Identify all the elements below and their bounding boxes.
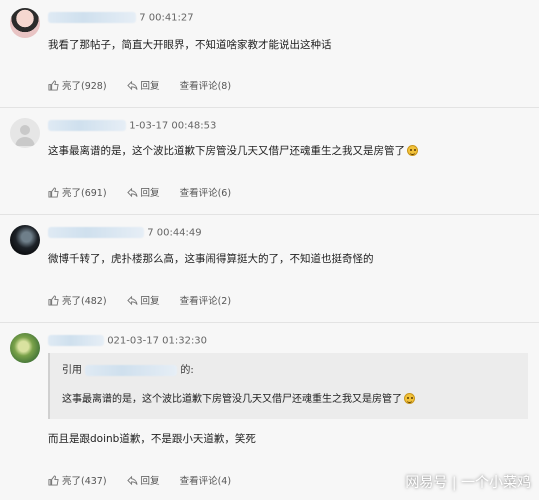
quote-text: 这事最离谱的是，这个波比道歉下房管没几天又借尸还魂重生之我又是房管了 — [62, 394, 402, 405]
view-replies-link[interactable]: 查看评论(4) — [180, 473, 231, 487]
quote-header: 引用 的: — [62, 361, 194, 376]
quote-body: 这事最离谱的是，这个波比道歉下房管没几天又借尸还魂重生之我又是房管了 — [62, 390, 415, 405]
reply-arrow-icon — [126, 187, 138, 197]
comment-meta: 7 00:41:27 — [48, 12, 194, 24]
comment-time: 7 00:41:27 — [139, 12, 194, 24]
comment-time: 021-03-17 01:32:30 — [107, 335, 208, 347]
quoted-comment: 引用 的: 这事最离谱的是，这个波比道歉下房管没几天又借尸还魂重生之我又是房管了 — [48, 353, 528, 419]
username-redacted[interactable] — [48, 227, 144, 238]
thumbs-up-icon — [48, 186, 59, 198]
like-label: 亮了(928) — [62, 81, 107, 92]
quoted-username-redacted[interactable] — [85, 364, 178, 376]
comment-card: 7 00:44:49 微博千转了，虎扑楼那么高，这事闹得算挺大的了，不知道也挺奇… — [0, 215, 539, 323]
reply-button[interactable]: 回复 — [126, 185, 160, 199]
reply-arrow-icon — [126, 80, 138, 90]
comment-actions: 亮了(928) 回复 查看评论(8) — [48, 78, 251, 92]
comment-text: 而且是跟doinb道歉，不是跟小天道歉，笑死 — [48, 433, 256, 445]
comment-time: 1-03-17 00:48:53 — [129, 120, 217, 132]
reply-label: 回复 — [140, 476, 160, 487]
comment-card: 1-03-17 00:48:53 这事最离谱的是，这个波比道歉下房管没几天又借尸… — [0, 108, 539, 215]
thumbs-up-icon — [48, 474, 59, 486]
thumbs-up-icon — [48, 79, 59, 91]
comment-actions: 亮了(437) 回复 查看评论(4) — [48, 473, 251, 487]
like-label: 亮了(691) — [62, 188, 107, 199]
reply-button[interactable]: 回复 — [126, 78, 160, 92]
reply-label: 回复 — [140, 296, 160, 307]
default-avatar-icon — [15, 125, 35, 146]
comment-meta: 021-03-17 01:32:30 — [48, 335, 207, 347]
comment-actions: 亮了(691) 回复 查看评论(6) — [48, 185, 251, 199]
comment-meta: 7 00:44:49 — [48, 227, 202, 239]
comment-meta: 1-03-17 00:48:53 — [48, 120, 216, 132]
avatar[interactable] — [10, 225, 40, 255]
comment-actions: 亮了(482) 回复 查看评论(2) — [48, 293, 251, 307]
view-replies-link[interactable]: 查看评论(2) — [180, 293, 231, 307]
comment-time: 7 00:44:49 — [147, 227, 202, 239]
like-label: 亮了(437) — [62, 476, 107, 487]
reply-button[interactable]: 回复 — [126, 473, 160, 487]
like-button[interactable]: 亮了(928) — [48, 78, 107, 92]
reply-arrow-icon — [126, 295, 138, 305]
view-replies-link[interactable]: 查看评论(6) — [180, 185, 231, 199]
grin-emoji-icon — [407, 145, 418, 156]
comment-text: 微博千转了，虎扑楼那么高，这事闹得算挺大的了，不知道也挺奇怪的 — [48, 253, 374, 265]
reply-label: 回复 — [140, 188, 160, 199]
like-button[interactable]: 亮了(437) — [48, 473, 107, 487]
comment-card: 7 00:41:27 我看了那帖子，简直大开眼界，不知道啥家教才能说出这种话 亮… — [0, 0, 539, 108]
quote-prefix: 引用 — [62, 365, 82, 376]
username-redacted[interactable] — [48, 12, 136, 23]
reply-label: 回复 — [140, 81, 160, 92]
like-label: 亮了(482) — [62, 296, 107, 307]
avatar[interactable] — [10, 8, 40, 38]
quote-suffix: 的: — [180, 365, 194, 376]
comment-text-content: 这事最离谱的是，这个波比道歉下房管没几天又借尸还魂重生之我又是房管了 — [48, 145, 405, 157]
like-button[interactable]: 亮了(482) — [48, 293, 107, 307]
comment-text: 这事最离谱的是，这个波比道歉下房管没几天又借尸还魂重生之我又是房管了 — [48, 143, 418, 158]
avatar[interactable] — [10, 118, 40, 148]
reply-arrow-icon — [126, 475, 138, 485]
username-redacted[interactable] — [48, 120, 126, 131]
thumbs-up-icon — [48, 294, 59, 306]
avatar[interactable] — [10, 333, 40, 363]
grin-emoji-icon — [404, 393, 415, 404]
comment-text: 我看了那帖子，简直大开眼界，不知道啥家教才能说出这种话 — [48, 39, 332, 51]
username-redacted[interactable] — [48, 335, 104, 346]
like-button[interactable]: 亮了(691) — [48, 185, 107, 199]
reply-button[interactable]: 回复 — [126, 293, 160, 307]
view-replies-link[interactable]: 查看评论(8) — [180, 78, 231, 92]
source-watermark: 网易号 | 一个小菜鸡 — [405, 475, 531, 491]
